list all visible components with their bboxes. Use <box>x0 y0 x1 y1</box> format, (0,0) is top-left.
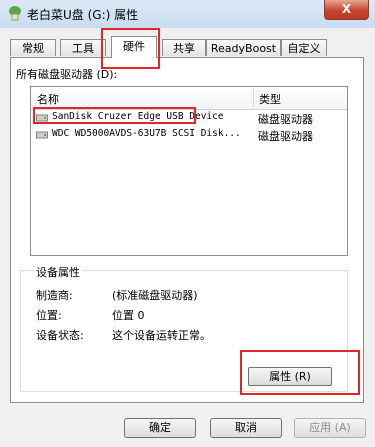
device-properties-title: 设备属性 <box>34 264 82 280</box>
app-icon <box>9 6 21 21</box>
tab-tools[interactable]: 工具 <box>60 39 106 56</box>
properties-button[interactable]: 属性 (R) <box>248 367 332 386</box>
tab-general[interactable]: 常规 <box>10 39 56 56</box>
tab-hardware[interactable]: 硬件 <box>111 36 157 58</box>
list-item[interactable]: WDC WD5000AVDS-63U7B SCSI Disk... 磁盘驱动器 <box>31 127 347 143</box>
title-bar: 老白菜U盘 (G:) 属性 X <box>0 0 375 28</box>
column-divider[interactable] <box>253 89 254 107</box>
close-button[interactable]: X <box>324 0 369 20</box>
tab-strip: 常规 工具 硬件 共享 ReadyBoost 自定义 <box>10 36 368 58</box>
column-name[interactable]: 名称 <box>37 91 59 107</box>
window-title: 老白菜U盘 (G:) 属性 <box>27 8 139 22</box>
device-type: 磁盘驱动器 <box>258 113 313 126</box>
device-name: WDC WD5000AVDS-63U7B SCSI Disk... <box>52 128 241 139</box>
cancel-button[interactable]: 取消 <box>210 418 282 438</box>
drive-icon <box>36 131 48 139</box>
drive-icon <box>36 114 48 122</box>
apply-button[interactable]: 应用 (A) <box>294 418 366 438</box>
device-name: SanDisk Cruzer Edge USB Device <box>52 111 224 122</box>
location-value: 位置 0 <box>112 309 145 322</box>
disk-drive-list[interactable]: 名称 类型 SanDisk Cruzer Edge USB Device 磁盘驱… <box>30 86 348 256</box>
manufacturer-label: 制造商: <box>36 289 73 302</box>
tab-customize[interactable]: 自定义 <box>281 39 327 56</box>
manufacturer-value: (标准磁盘驱动器) <box>112 289 198 302</box>
tab-sharing[interactable]: 共享 <box>162 39 206 56</box>
device-type: 磁盘驱动器 <box>258 130 313 143</box>
list-header: 名称 类型 <box>31 87 347 110</box>
list-item[interactable]: SanDisk Cruzer Edge USB Device 磁盘驱动器 <box>31 110 347 126</box>
location-label: 位置: <box>36 309 62 322</box>
ok-button[interactable]: 确定 <box>124 418 196 438</box>
tab-readyboost[interactable]: ReadyBoost <box>206 39 281 56</box>
device-status-label: 设备状态: <box>36 329 84 342</box>
device-status-value: 这个设备运转正常。 <box>112 329 211 342</box>
column-type[interactable]: 类型 <box>259 91 281 107</box>
disk-drives-label: 所有磁盘驱动器 (D): <box>16 68 118 81</box>
